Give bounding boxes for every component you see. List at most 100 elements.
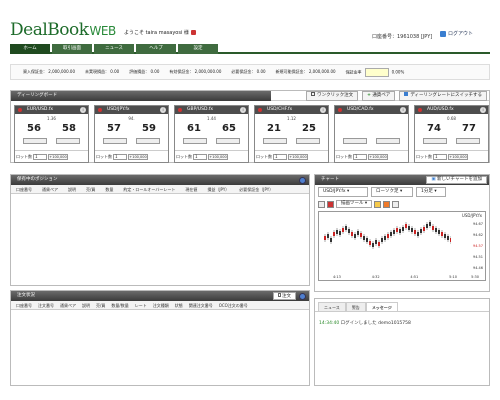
refresh-icon[interactable] <box>299 176 306 184</box>
lot-increment-button[interactable]: +100,000 <box>288 153 308 160</box>
lot-increment-button[interactable]: +100,000 <box>448 153 468 160</box>
col-status[interactable]: 状態 <box>175 301 183 309</box>
lot-select[interactable]: 1 <box>353 153 367 160</box>
summary-available: 新規可能保証金： 2,000,000.00 <box>275 69 336 74</box>
col-desc[interactable]: 説明 <box>82 301 90 309</box>
interval-select[interactable]: 1分足 ▾ <box>416 187 446 197</box>
candle-body <box>417 232 419 236</box>
chart-type-select[interactable]: ローソク足 ▾ <box>371 187 413 197</box>
col-qty[interactable]: 数量/数量 <box>111 301 128 309</box>
lot-select[interactable]: 1 <box>33 153 47 160</box>
col-order-no[interactable]: 注文番号 <box>38 301 54 309</box>
col-side[interactable]: 売/買 <box>86 185 95 193</box>
add-pair-button[interactable]: + 通貨ペア <box>362 90 396 101</box>
col-pair[interactable]: 通貨ペア <box>60 301 76 309</box>
tab-help[interactable]: ヘルプ <box>136 44 176 54</box>
pair-select[interactable]: USD/JPY.fx ▾ <box>318 187 368 197</box>
buy-button[interactable] <box>456 138 480 144</box>
quote-ask: 65 <box>222 123 236 134</box>
checkbox-icon <box>311 91 316 96</box>
buy-button[interactable] <box>376 138 400 144</box>
buy-button[interactable] <box>216 138 240 144</box>
sell-button[interactable] <box>23 138 47 144</box>
info-icon[interactable]: i <box>240 107 246 113</box>
col-type[interactable]: 注文種類 <box>153 301 169 309</box>
lot-increment-button[interactable]: +100,000 <box>128 153 148 160</box>
summary-unrealized: 未実現損益： 0.00 <box>85 69 120 74</box>
tab-news[interactable]: ニュース <box>94 44 134 54</box>
flag-icon <box>258 108 262 112</box>
info-icon[interactable]: i <box>400 107 406 113</box>
sell-button[interactable] <box>343 138 367 144</box>
logout-link[interactable]: ログアウト <box>440 30 473 37</box>
sell-button[interactable] <box>183 138 207 144</box>
col-account[interactable]: 口座番号 <box>16 301 32 309</box>
col-pnl[interactable]: 損益（JPY） <box>207 185 229 193</box>
candle-body <box>384 236 386 240</box>
lot-increment-button[interactable]: +100,000 <box>368 153 388 160</box>
switch-rate-button[interactable]: ディーリングレートにスイッチする <box>399 90 487 101</box>
quote-pair: USD/CHF.fx <box>267 107 293 112</box>
chart-icon[interactable] <box>327 200 334 208</box>
price-tick: 94.46 <box>472 266 483 270</box>
price-chart[interactable]: USD/JPY.fx 94.67 94.62 94.57 94.51 94.46… <box>318 211 486 281</box>
settings-icon[interactable] <box>392 200 400 208</box>
price-tick: 94.62 <box>472 233 483 237</box>
zoom-icon[interactable] <box>318 200 325 208</box>
summary-margin-ratio: 保証金率 0.00% <box>346 67 404 77</box>
tab-messages[interactable]: メッセージ <box>365 302 398 311</box>
lot-select[interactable]: 1 <box>433 153 447 160</box>
info-icon[interactable]: i <box>160 107 166 113</box>
lot-increment-button[interactable]: +100,000 <box>208 153 228 160</box>
col-qty[interactable]: 数量 <box>105 185 113 193</box>
tab-news[interactable]: ニュース <box>318 302 346 311</box>
col-oco[interactable]: OCO注文の番号 <box>219 301 248 309</box>
col-account[interactable]: 口座番号 <box>16 185 32 193</box>
tab-home[interactable]: ホーム <box>10 44 50 54</box>
lot-select[interactable]: 1 <box>193 153 207 160</box>
candle-body <box>360 233 362 237</box>
tab-trade[interactable]: 取引画面 <box>52 44 92 54</box>
info-icon[interactable]: i <box>80 107 86 113</box>
sell-button[interactable] <box>103 138 127 144</box>
col-related[interactable]: 関連注文番号 <box>189 301 213 309</box>
logo-suffix: WEB <box>89 24 117 38</box>
col-rate[interactable]: 約定・ロールオーバーレート <box>123 185 175 193</box>
info-icon[interactable]: i <box>480 107 486 113</box>
refresh-icon[interactable] <box>299 292 306 300</box>
one-click-toggle[interactable]: ワンクリック注文 <box>306 90 359 101</box>
new-chart-button[interactable]: ▣ 新しいチャートを追加 <box>426 176 487 184</box>
col-pair[interactable]: 通貨ペア <box>42 185 58 193</box>
chart-panel-title: チャート <box>321 177 339 182</box>
buy-button[interactable] <box>56 138 80 144</box>
order-button[interactable]: 注文 <box>273 292 296 300</box>
lot-row: ロット数 1 +100,000 <box>255 150 328 162</box>
quote-pair: AUD/USD.fx <box>427 107 454 112</box>
quote-pair: GBP/USD.fx <box>187 107 214 112</box>
lot-increment-button[interactable]: +100,000 <box>48 153 68 160</box>
col-rate[interactable]: レート <box>135 301 147 309</box>
pencil-icon[interactable] <box>374 200 382 208</box>
sell-button[interactable] <box>423 138 447 144</box>
quote-pair: EUR/USD.fx <box>27 107 54 112</box>
candle-body <box>426 224 428 228</box>
col-current[interactable]: 現在値 <box>185 185 197 193</box>
candle-body <box>396 228 398 232</box>
tab-settings[interactable]: 設定 <box>178 44 218 54</box>
sell-button[interactable] <box>263 138 287 144</box>
lot-select[interactable]: 1 <box>113 153 127 160</box>
summary-effective: 有効保証金： 2,000,000.00 <box>169 69 222 74</box>
lot-select[interactable]: 1 <box>273 153 287 160</box>
col-side[interactable]: 売/買 <box>96 301 105 309</box>
buy-button[interactable] <box>136 138 160 144</box>
eraser-icon[interactable] <box>383 200 391 208</box>
summary-deposit: 資入保証金： 2,000,000.00 <box>23 69 75 74</box>
buy-button[interactable] <box>296 138 320 144</box>
col-desc[interactable]: 説明 <box>68 185 76 193</box>
tab-alerts[interactable]: 警告 <box>345 302 366 311</box>
info-icon[interactable]: i <box>320 107 326 113</box>
col-required[interactable]: 必要保証金（JPY） <box>239 185 273 193</box>
drawing-tools-button[interactable]: 描画ツール ▾ <box>336 200 373 208</box>
quote-spread: 0.68 <box>447 116 456 121</box>
candle-body <box>429 222 431 226</box>
